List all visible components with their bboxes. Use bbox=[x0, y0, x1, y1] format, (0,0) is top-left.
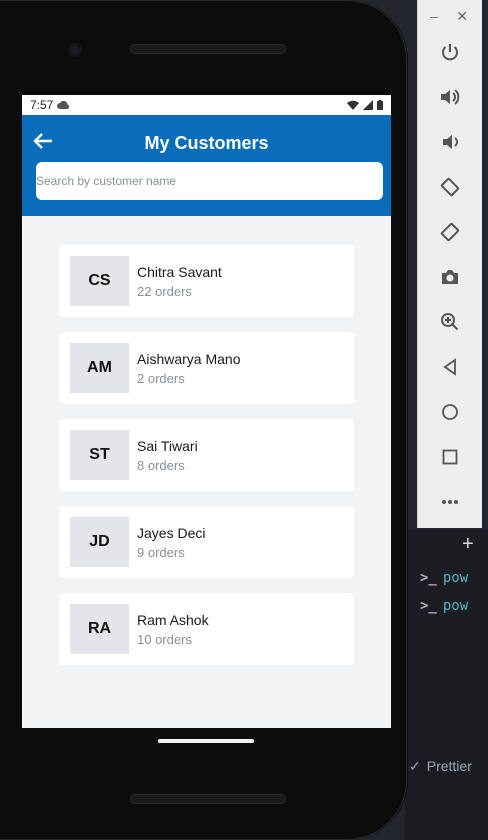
terminal-prompt-icon: >_ bbox=[420, 598, 437, 614]
new-terminal-icon[interactable]: + bbox=[462, 533, 474, 556]
customer-avatar: CS bbox=[70, 256, 129, 306]
customer-card[interactable]: ST Sai Tiwari 8 orders bbox=[59, 419, 354, 491]
back-triangle-icon[interactable] bbox=[434, 351, 466, 383]
cloud-icon bbox=[57, 101, 70, 109]
rotate-right-icon[interactable] bbox=[434, 216, 466, 248]
customer-list: CS Chitra Savant 22 orders AM Aishwarya … bbox=[59, 245, 354, 680]
wifi-icon bbox=[347, 100, 359, 110]
emulator-toolbar: – ✕ bbox=[417, 0, 482, 528]
front-camera bbox=[68, 43, 82, 57]
search-container bbox=[36, 162, 383, 200]
customer-orders: 9 orders bbox=[137, 544, 185, 560]
terminal-tab-label: pow bbox=[442, 570, 469, 586]
customer-avatar: ST bbox=[70, 430, 129, 480]
customer-name: Sai Tiwari bbox=[137, 437, 198, 454]
status-time: 7:57 bbox=[30, 98, 54, 112]
customer-orders: 8 orders bbox=[137, 457, 185, 473]
terminal-tab[interactable]: >_ pow bbox=[420, 598, 468, 614]
customer-avatar: AM bbox=[70, 343, 129, 393]
customer-card[interactable]: JD Jayes Deci 9 orders bbox=[59, 506, 354, 578]
app-screen: 7:57 My Customers CS Chitra Savant 22 or… bbox=[22, 95, 391, 728]
prettier-status[interactable]: ✓ Prettier bbox=[405, 752, 488, 780]
status-bar: 7:57 bbox=[22, 95, 391, 115]
signal-icon bbox=[363, 100, 373, 110]
check-icon: ✓ bbox=[409, 757, 421, 774]
customer-orders: 10 orders bbox=[137, 631, 192, 647]
customer-avatar: JD bbox=[70, 517, 129, 567]
terminal-tab[interactable]: >_ pow bbox=[420, 570, 468, 586]
customer-avatar: RA bbox=[70, 604, 129, 654]
customer-card[interactable]: CS Chitra Savant 22 orders bbox=[59, 245, 354, 317]
terminal-tab-label: pow bbox=[442, 598, 469, 614]
page-title: My Customers bbox=[144, 133, 269, 153]
customer-orders: 22 orders bbox=[137, 283, 192, 299]
customer-card[interactable]: RA Ram Ashok 10 orders bbox=[59, 593, 354, 665]
terminal-prompt-icon: >_ bbox=[420, 570, 437, 586]
volume-down-icon[interactable] bbox=[434, 126, 466, 158]
customer-orders: 2 orders bbox=[137, 370, 185, 386]
overview-square-icon[interactable] bbox=[434, 441, 466, 473]
battery-icon bbox=[377, 100, 383, 110]
home-indicator[interactable] bbox=[158, 739, 254, 743]
status-label: Prettier bbox=[426, 758, 472, 774]
rotate-left-icon[interactable] bbox=[434, 171, 466, 203]
customer-name: Jayes Deci bbox=[137, 524, 206, 541]
customer-name: Ram Ashok bbox=[137, 611, 209, 628]
home-circle-icon[interactable] bbox=[434, 396, 466, 428]
volume-up-icon[interactable] bbox=[434, 81, 466, 113]
app-header: My Customers bbox=[22, 115, 391, 216]
more-icon[interactable] bbox=[434, 486, 466, 518]
bottom-speaker bbox=[130, 794, 286, 804]
close-icon[interactable]: ✕ bbox=[456, 8, 468, 25]
zoom-icon[interactable] bbox=[434, 306, 466, 338]
top-speaker bbox=[130, 44, 286, 54]
minimize-icon[interactable]: – bbox=[430, 8, 438, 25]
camera-icon[interactable] bbox=[434, 261, 466, 293]
phone-frame: 7:57 My Customers CS Chitra Savant 22 or… bbox=[0, 0, 408, 840]
customer-name: Chitra Savant bbox=[137, 263, 222, 280]
power-icon[interactable] bbox=[434, 36, 466, 68]
customer-search-input[interactable] bbox=[36, 162, 383, 200]
customer-name: Aishwarya Mano bbox=[137, 350, 241, 367]
customer-card[interactable]: AM Aishwarya Mano 2 orders bbox=[59, 332, 354, 404]
